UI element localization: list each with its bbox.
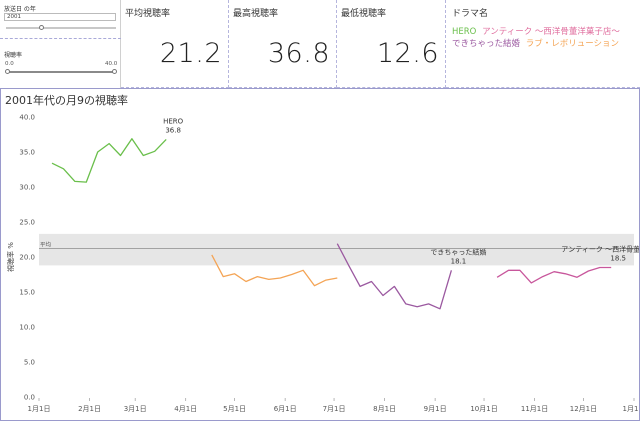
year-filter-input[interactable]: 2001 <box>4 13 116 21</box>
line-chart: 視聴率 % 平均 0.0 5.0 10.0 15.0 20.0 25.0 30.0 35.0 40.… <box>6 114 639 414</box>
x-tick-label: 1月1日 <box>623 405 639 413</box>
rating-min-value: 0.0 <box>5 61 14 67</box>
kpi-average-title: 平均視聴率 <box>125 9 171 19</box>
drama-legend-list: HERO アンティーク 〜西洋骨董洋菓子店〜 できちゃった結婚 ラブ・レボリュー… <box>452 26 638 50</box>
x-tick-label: 7月1日 <box>323 405 346 413</box>
data-label-name: できちゃった結婚 <box>430 247 486 256</box>
series-line-3 <box>496 266 612 284</box>
filters-panel: 放送日 の年 2001 視聴率 0.0 40.0 <box>0 0 121 88</box>
kpi-min-card: 最低視聴率 12.6 <box>337 0 446 88</box>
rating-slider-max-thumb[interactable] <box>112 69 117 74</box>
rating-filter-label: 視聴率 <box>4 52 23 59</box>
data-label-value: 18.1 <box>451 257 467 265</box>
y-tick-label: 15.0 <box>19 289 35 297</box>
x-tick-label: 11月1日 <box>521 405 548 413</box>
kpi-max-card: 最高視聴率 36.8 <box>229 0 337 88</box>
data-label-name: HERO <box>163 117 184 125</box>
x-tick-label: 8月1日 <box>373 405 396 413</box>
x-tick-label: 10月1日 <box>470 405 497 413</box>
year-filter-label: 放送日 の年 <box>4 6 36 13</box>
kpi-max-title: 最高視聴率 <box>233 9 279 19</box>
y-axis-label: 視聴率 % <box>6 242 15 272</box>
legend-item-dekichatta[interactable]: できちゃった結婚 <box>452 39 520 49</box>
y-tick-label: 0.0 <box>24 394 35 402</box>
filter-divider <box>0 38 121 39</box>
x-tick-label: 12月1日 <box>570 405 597 413</box>
data-label-value: 18.5 <box>610 255 626 263</box>
year-slider-track[interactable] <box>6 27 116 29</box>
data-label-value: 36.8 <box>165 126 181 134</box>
x-tick-label: 4月1日 <box>174 405 197 413</box>
y-tick-label: 5.0 <box>24 359 35 367</box>
series-line-0 <box>51 138 167 183</box>
x-tick-label: 3月1日 <box>124 405 147 413</box>
y-tick-label: 20.0 <box>19 254 35 262</box>
kpi-min-title: 最低視聴率 <box>341 9 387 19</box>
kpi-average-card: 平均視聴率 21.2 <box>121 0 229 88</box>
legend-item-love-revolution[interactable]: ラブ・レボリューション <box>526 39 619 49</box>
y-tick-label: 30.0 <box>19 184 35 192</box>
x-tick-label: 5月1日 <box>223 405 246 413</box>
y-tick-label: 40.0 <box>19 114 35 122</box>
drama-legend: ドラマ名 HERO アンティーク 〜西洋骨董洋菓子店〜 できちゃった結婚 ラブ・… <box>446 0 640 88</box>
year-slider-thumb[interactable] <box>39 25 45 30</box>
rating-slider-track[interactable] <box>8 71 114 73</box>
x-tick-label: 2月1日 <box>78 405 101 413</box>
rating-max-value: 40.0 <box>105 61 118 67</box>
x-tick-label: 1月1日 <box>28 405 51 413</box>
x-tick-label: 6月1日 <box>274 405 297 413</box>
kpi-min-value: 12.6 <box>376 38 439 69</box>
y-tick-label: 35.0 <box>19 149 35 157</box>
kpi-average-value: 21.2 <box>159 38 222 69</box>
rating-slider-min-thumb[interactable] <box>5 69 10 74</box>
legend-item-hero[interactable]: HERO <box>452 27 476 37</box>
kpi-max-value: 36.8 <box>267 38 330 69</box>
legend-item-antique[interactable]: アンティーク 〜西洋骨董洋菓子店〜 <box>482 27 620 37</box>
chart-panel: 2001年代の月9の視聴率 視聴率 % 平均 0.0 5.0 10.0 15.0 20.0 2… <box>0 88 640 421</box>
average-label: 平均 <box>40 241 52 249</box>
data-label-name: アンティーク 〜西洋骨董洋菓子店〜 <box>561 245 639 254</box>
x-tick-label: 9月1日 <box>424 405 447 413</box>
y-tick-label: 10.0 <box>19 324 35 332</box>
drama-legend-title: ドラマ名 <box>452 9 489 19</box>
average-band <box>39 233 634 266</box>
y-tick-label: 25.0 <box>19 219 35 227</box>
